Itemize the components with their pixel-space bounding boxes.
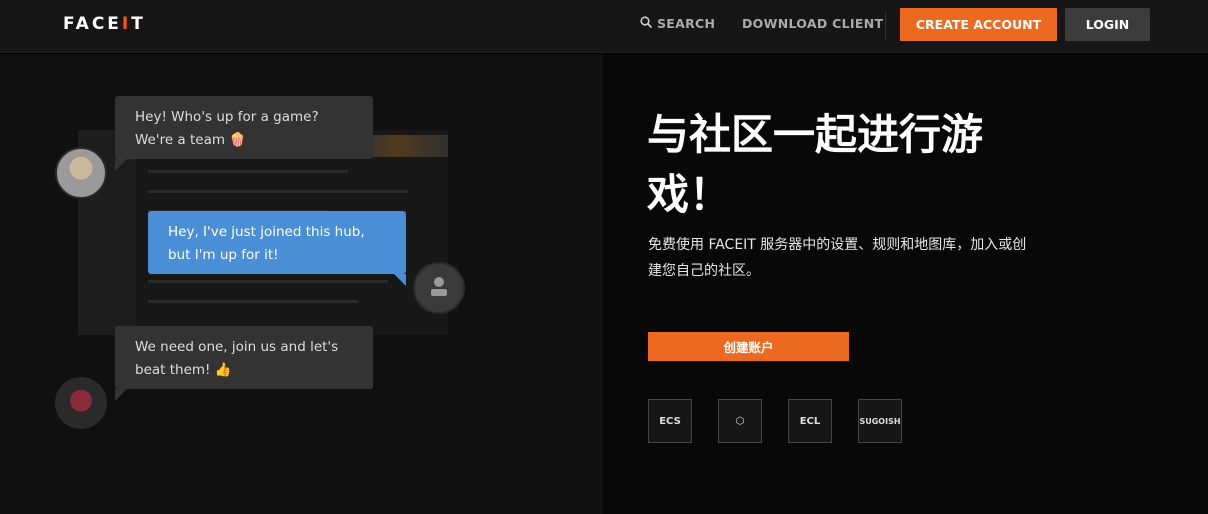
search-icon [640, 16, 653, 31]
partner-logo-ecs[interactable]: ECS [648, 399, 692, 443]
hero-headline: 与社区一起进行游 戏！ [647, 105, 1047, 225]
login-button[interactable]: LOGIN [1065, 8, 1150, 41]
partner-logo-sugoish[interactable]: SUGOISH [858, 399, 902, 443]
chat-bubble-1-line2: We're a team 🍿 [135, 132, 247, 148]
logo-accent: I [121, 14, 132, 34]
user-icon [428, 275, 450, 301]
hero-description: 免费使用 FACEIT 服务器中的设置、规则和地图库，加入或创 建您自己的社区。 [648, 232, 1058, 284]
chat-bubble-3-line2: beat them! 👍 [135, 362, 232, 378]
user-avatar-1 [55, 147, 107, 199]
hero-description-line2: 建您自己的社区。 [648, 263, 760, 279]
chat-bubble-1-tail [115, 159, 127, 171]
faceit-logo[interactable]: FACEIT [63, 14, 146, 34]
screenshot-line [148, 190, 408, 193]
screenshot-line [148, 300, 358, 303]
download-client-link[interactable]: DOWNLOAD CLIENT [742, 16, 883, 31]
top-nav: FACEIT SEARCH DOWNLOAD CLIENT CREATE ACC… [0, 0, 1208, 53]
screenshot-line [148, 170, 348, 173]
hero-headline-line1: 与社区一起进行游 [647, 110, 984, 159]
create-account-button[interactable]: CREATE ACCOUNT [900, 8, 1057, 41]
partner-logo-hex[interactable]: ⬡ [718, 399, 762, 443]
chat-bubble-3: We need one, join us and let's beat them… [115, 326, 373, 389]
search-link[interactable]: SEARCH [640, 16, 715, 31]
chat-bubble-1: Hey! Who's up for a game? We're a team 🍿 [115, 96, 373, 159]
chat-bubble-3-tail [115, 389, 127, 401]
partner-logo-ecl[interactable]: ECL [788, 399, 832, 443]
chat-bubble-2-line2: but I'm up for it! [168, 247, 279, 263]
user-avatar-3 [55, 377, 107, 429]
nav-divider [885, 12, 886, 40]
chat-bubble-2: Hey, I've just joined this hub, but I'm … [148, 211, 406, 274]
user-avatar-2 [413, 262, 465, 314]
chat-bubble-2-tail [394, 274, 406, 286]
chat-bubble-3-line1: We need one, join us and let's [135, 339, 339, 355]
chat-bubble-2-line1: Hey, I've just joined this hub, [168, 224, 365, 240]
chat-bubble-1-line1: Hey! Who's up for a game? [135, 109, 319, 125]
hero-description-line1: 免费使用 FACEIT 服务器中的设置、规则和地图库，加入或创 [648, 237, 1027, 253]
search-label: SEARCH [657, 16, 716, 31]
hero-headline-line2: 戏！ [647, 170, 732, 219]
create-account-cta-button[interactable]: 创建账户 [648, 332, 849, 361]
screenshot-line [148, 280, 388, 283]
